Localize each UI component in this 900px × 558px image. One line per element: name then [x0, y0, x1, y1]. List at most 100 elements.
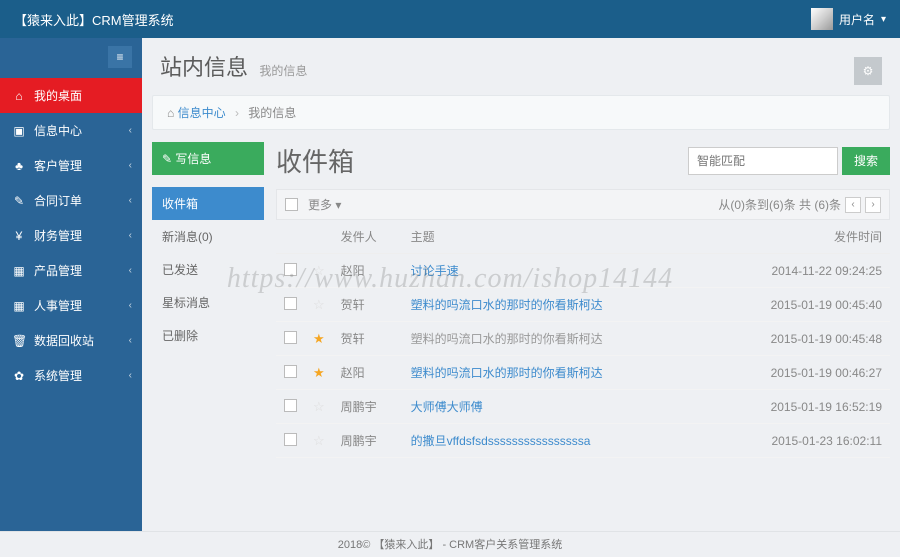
sidebar-item-label: 财务管理 [34, 227, 82, 244]
sidebar-icon: ▣ [12, 124, 26, 138]
row-subject-link[interactable]: 塑料的吗流口水的那时的你看斯柯达 [411, 332, 603, 346]
folder-item[interactable]: 已发送 [152, 253, 264, 286]
table-row[interactable]: ★ 贺轩 塑料的吗流口水的那时的你看斯柯达 2015-01-19 00:45:4… [276, 322, 890, 356]
breadcrumb-current: 我的信息 [248, 106, 296, 120]
col-subject: 主题 [403, 220, 750, 254]
row-time: 2015-01-23 16:02:11 [750, 424, 890, 458]
star-icon[interactable]: ★ [313, 365, 325, 380]
page-title: 站内信息 [160, 55, 248, 80]
row-time: 2015-01-19 00:45:40 [750, 288, 890, 322]
more-dropdown[interactable]: 更多 ▾ [308, 196, 341, 213]
inbox-toolbar: 更多 ▾ 从(0)条到(6)条 共 (6)条 ‹ › [276, 189, 890, 220]
row-checkbox[interactable] [284, 399, 297, 412]
search-button[interactable]: 搜索 [842, 147, 890, 175]
sidebar-collapse-button[interactable]: ≡ [108, 46, 132, 68]
table-row[interactable]: ☆ 周鹏宇 大师傅大师傅 2015-01-19 16:52:19 [276, 390, 890, 424]
breadcrumb-separator: › [235, 106, 239, 120]
inbox-panel: 收件箱 搜索 更多 ▾ 从(0)条到(6)条 共 (6)条 ‹ › [276, 142, 890, 521]
star-icon[interactable]: ★ [313, 331, 325, 346]
row-checkbox[interactable] [284, 331, 297, 344]
username-label: 用户名 [839, 11, 875, 28]
row-checkbox[interactable] [284, 297, 297, 310]
home-icon: ⌂ [167, 106, 174, 120]
compose-button[interactable]: ✎ 写信息 [152, 142, 264, 175]
sidebar-item-label: 客户管理 [34, 157, 82, 174]
sidebar-item[interactable]: 🗑数据回收站‹ [0, 323, 142, 358]
sidebar-icon: ✎ [12, 194, 26, 208]
sidebar: ≡ ⌂我的桌面▣信息中心‹♣客户管理‹✎合同订单‹¥财务管理‹▦产品管理‹▦人事… [0, 38, 142, 531]
search-input[interactable] [688, 147, 838, 175]
star-icon[interactable]: ☆ [313, 433, 325, 448]
chevron-down-icon: ▾ [881, 14, 886, 25]
star-icon[interactable]: ☆ [313, 399, 325, 414]
sidebar-item[interactable]: ✎ 合同订单 ‹ [0, 183, 142, 218]
folder-item[interactable]: 新消息(0) [152, 220, 264, 253]
chevron-left-icon: ‹ [129, 160, 132, 171]
sidebar-icon: ▦ [12, 299, 26, 313]
sidebar-icon: ¥ [12, 229, 26, 243]
breadcrumb-parent[interactable]: 信息中心 [178, 106, 226, 120]
row-sender: 贺轩 [333, 288, 403, 322]
sidebar-icon: ✿ [12, 369, 26, 383]
sidebar-item-label: 合同订单 [34, 192, 82, 209]
sidebar-item[interactable]: ¥ 财务管理 ‹ [0, 218, 142, 253]
folder-item[interactable]: 星标消息 [152, 286, 264, 319]
star-icon[interactable]: ☆ [313, 297, 325, 312]
chevron-left-icon: ‹ [129, 195, 132, 206]
hamburger-icon: ≡ [116, 50, 123, 64]
sidebar-icon: ⌂ [12, 89, 26, 103]
row-subject-link[interactable]: 的撒旦vffdsfsdssssssssssssssssa [411, 434, 591, 448]
chevron-left-icon: ‹ [129, 230, 132, 241]
sidebar-item-label: 数据回收站 [34, 332, 94, 349]
topbar: 【猿来入此】CRM管理系统 用户名 ▾ [0, 0, 900, 38]
user-menu[interactable]: 用户名 ▾ [811, 8, 886, 30]
breadcrumb: ⌂ 信息中心 › 我的信息 [152, 95, 890, 130]
table-row[interactable]: ★ 赵阳 塑料的吗流口水的那时的你看斯柯达 2015-01-19 00:46:2… [276, 356, 890, 390]
row-checkbox[interactable] [284, 433, 297, 446]
sidebar-item[interactable]: ▣信息中心‹ [0, 113, 142, 148]
sidebar-item[interactable]: ✿系统管理‹ [0, 358, 142, 393]
sidebar-icon: ♣ [12, 159, 26, 173]
row-subject-link[interactable]: 塑料的吗流口水的那时的你看斯柯达 [411, 298, 603, 312]
col-time: 发件时间 [750, 220, 890, 254]
inbox-table: 发件人 主题 发件时间 ☆ 赵阳 讨论手速 2014-11-22 09:24:2… [276, 220, 890, 458]
sidebar-item-label: 我的桌面 [34, 87, 82, 104]
row-time: 2015-01-19 16:52:19 [750, 390, 890, 424]
row-subject-link[interactable]: 讨论手速 [411, 264, 459, 278]
row-sender: 赵阳 [333, 254, 403, 288]
table-row[interactable]: ☆ 赵阳 讨论手速 2014-11-22 09:24:25 [276, 254, 890, 288]
sidebar-icon: 🗑 [12, 334, 26, 348]
page-header: 站内信息 我的信息 ⚙ [142, 38, 900, 95]
row-subject-link[interactable]: 塑料的吗流口水的那时的你看斯柯达 [411, 366, 603, 380]
star-icon[interactable]: ☆ [313, 263, 325, 278]
chevron-left-icon: ‹ [129, 265, 132, 276]
sidebar-item[interactable]: ♣ 客户管理 ‹ [0, 148, 142, 183]
row-time: 2014-11-22 09:24:25 [750, 254, 890, 288]
row-sender: 贺轩 [333, 322, 403, 356]
table-row[interactable]: ☆ 贺轩 塑料的吗流口水的那时的你看斯柯达 2015-01-19 00:45:4… [276, 288, 890, 322]
row-checkbox[interactable] [284, 365, 297, 378]
chevron-left-icon: ‹ [129, 300, 132, 311]
sidebar-item[interactable]: ⌂ 我的桌面 [0, 78, 142, 113]
col-sender: 发件人 [333, 220, 403, 254]
sidebar-item-label: 系统管理 [34, 367, 82, 384]
sidebar-item[interactable]: ▦产品管理‹ [0, 253, 142, 288]
settings-button[interactable]: ⚙ [854, 57, 882, 85]
folder-item[interactable]: 收件箱 [152, 187, 264, 220]
row-time: 2015-01-19 00:46:27 [750, 356, 890, 390]
folder-panel: ✎ 写信息 收件箱新消息(0)已发送星标消息已删除 [152, 142, 264, 521]
row-checkbox[interactable] [284, 263, 297, 276]
select-all-checkbox[interactable] [285, 198, 298, 211]
table-row[interactable]: ☆ 周鹏宇 的撒旦vffdsfsdssssssssssssssssa 2015-… [276, 424, 890, 458]
sidebar-item[interactable]: ▦ 人事管理 ‹ [0, 288, 142, 323]
row-subject-link[interactable]: 大师傅大师傅 [411, 400, 483, 414]
footer: 2018© 【猿来入此】 - CRM客户关系管理系统 [0, 531, 900, 557]
brand-title: 【猿来入此】CRM管理系统 [14, 10, 174, 29]
inbox-title: 收件箱 [276, 142, 354, 179]
avatar [811, 8, 833, 30]
folder-item[interactable]: 已删除 [152, 319, 264, 352]
sidebar-item-label: 人事管理 [34, 297, 82, 314]
pager-next[interactable]: › [865, 197, 881, 213]
gear-icon: ⚙ [863, 64, 874, 78]
pager-prev[interactable]: ‹ [845, 197, 861, 213]
